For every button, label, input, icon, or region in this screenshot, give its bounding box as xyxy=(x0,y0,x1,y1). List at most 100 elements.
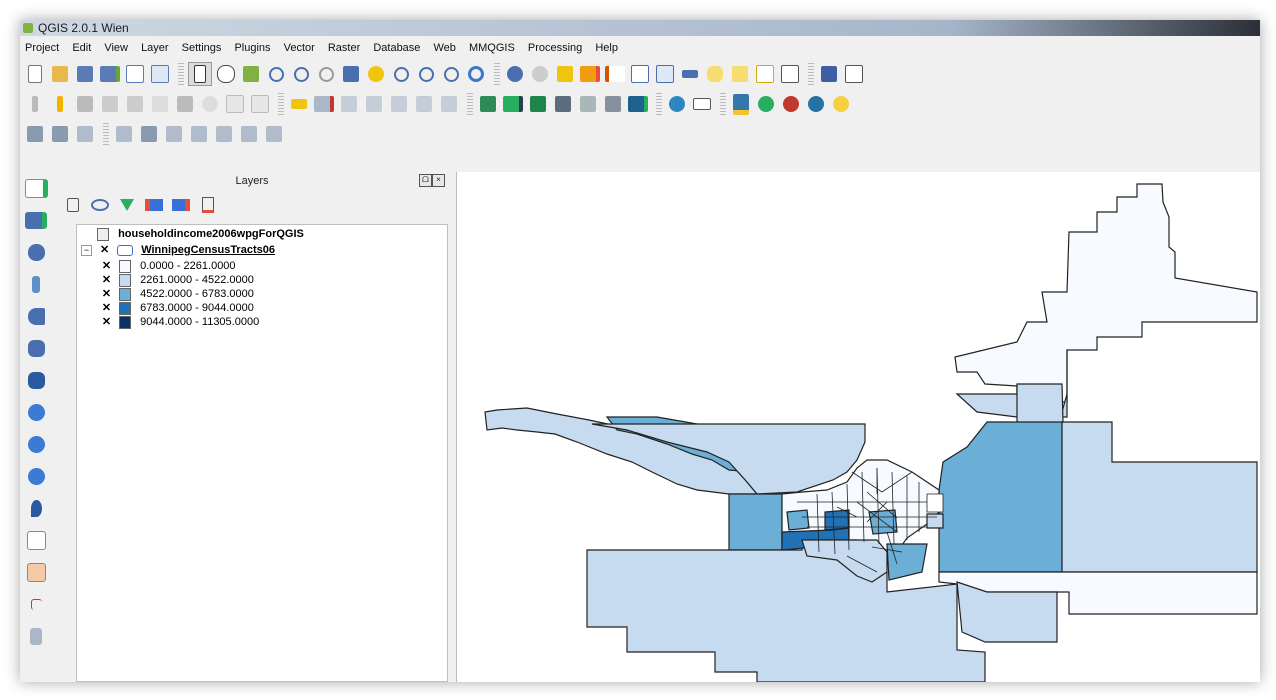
add-virtual-layer-button[interactable] xyxy=(24,368,48,392)
move-label-button[interactable] xyxy=(363,93,385,115)
metasearch-button[interactable] xyxy=(666,93,688,115)
collapse-all-button[interactable] xyxy=(172,196,190,214)
legend-class-2[interactable]: ✕ 4522.0000 - 6783.0000 xyxy=(101,287,254,302)
composer-manager-button[interactable] xyxy=(149,63,171,85)
menu-help[interactable]: Help xyxy=(590,38,623,58)
open-project-button[interactable] xyxy=(49,63,71,85)
zoom-actual-size-button[interactable] xyxy=(315,63,337,85)
statistics-button[interactable] xyxy=(654,63,676,85)
layer-labeling-button[interactable] xyxy=(288,93,310,115)
menu-view[interactable]: View xyxy=(99,38,133,58)
show-hide-labels-button[interactable] xyxy=(438,93,460,115)
copy-features-button[interactable] xyxy=(224,93,246,115)
current-edits-button[interactable] xyxy=(24,93,46,115)
offset-curve-button[interactable] xyxy=(188,123,210,145)
import-layer-button[interactable] xyxy=(552,93,574,115)
class-checkbox[interactable]: ✕ xyxy=(101,302,112,314)
processing-toolbox-button[interactable] xyxy=(755,93,777,115)
add-feature-button[interactable] xyxy=(99,93,121,115)
refresh-button[interactable] xyxy=(465,63,487,85)
measure-button[interactable] xyxy=(679,63,701,85)
menu-edit[interactable]: Edit xyxy=(67,38,96,58)
new-project-button[interactable] xyxy=(24,63,46,85)
zoom-full-button[interactable] xyxy=(340,63,362,85)
map-canvas[interactable] xyxy=(456,172,1260,682)
add-wfs-layer-button[interactable] xyxy=(24,464,48,488)
delete-ring-button[interactable] xyxy=(113,123,135,145)
split-features-button[interactable] xyxy=(213,123,235,145)
csw-button[interactable] xyxy=(691,93,713,115)
add-raster-layer-button[interactable] xyxy=(24,208,48,232)
add-gps-button[interactable] xyxy=(24,560,48,584)
layer-item-census-tracts[interactable]: − ✕ WinnipegCensusTracts06 xyxy=(81,243,275,258)
save-as-button[interactable] xyxy=(99,63,121,85)
save-edits-button[interactable] xyxy=(74,93,96,115)
map-tips-button[interactable] xyxy=(704,63,726,85)
rotate-point-button[interactable] xyxy=(263,123,285,145)
paste-features-button[interactable] xyxy=(249,93,271,115)
add-delimited-text-button[interactable] xyxy=(24,496,48,520)
fill-ring-button[interactable] xyxy=(74,123,96,145)
menu-plugins[interactable]: Plugins xyxy=(229,38,275,58)
zoom-last-button[interactable] xyxy=(415,63,437,85)
add-part-button[interactable] xyxy=(49,123,71,145)
help-contents-button[interactable] xyxy=(818,63,840,85)
deselect-features-button[interactable] xyxy=(579,63,601,85)
save-project-button[interactable] xyxy=(74,63,96,85)
add-group-button[interactable] xyxy=(64,196,82,214)
graphical-modeler-button[interactable] xyxy=(780,93,802,115)
class-checkbox[interactable]: ✕ xyxy=(101,288,112,300)
class-checkbox[interactable]: ✕ xyxy=(101,274,112,286)
coordinate-capture-button[interactable] xyxy=(24,592,48,616)
add-wms-layer-button[interactable] xyxy=(24,400,48,424)
database-manager-button[interactable] xyxy=(627,93,649,115)
plugin-search-button[interactable] xyxy=(830,93,852,115)
text-annotation-button[interactable] xyxy=(779,63,801,85)
new-print-composer-button[interactable] xyxy=(124,63,146,85)
manage-visibility-button[interactable] xyxy=(91,196,109,214)
node-tool-button[interactable] xyxy=(149,93,171,115)
legend-class-0[interactable]: ✕ 0.0000 - 2261.0000 xyxy=(101,259,236,274)
pan-to-selection-button[interactable] xyxy=(240,63,262,85)
add-wcs-layer-button[interactable] xyxy=(24,432,48,456)
close-panel-button[interactable]: × xyxy=(432,174,445,187)
add-postgis-layer-button[interactable] xyxy=(24,240,48,264)
expand-all-button[interactable] xyxy=(145,196,163,214)
layer-item-table[interactable]: householdincome2006wpgForQGIS xyxy=(97,227,304,242)
pin-labels-button[interactable] xyxy=(313,93,335,115)
add-mssql-layer-button[interactable] xyxy=(24,304,48,328)
legend-class-3[interactable]: ✕ 6783.0000 - 9044.0000 xyxy=(101,301,254,316)
zoom-to-selection-button[interactable] xyxy=(365,63,387,85)
show-bookmarks-button[interactable] xyxy=(754,63,776,85)
collapse-toggle[interactable]: − xyxy=(81,244,92,256)
cut-features-button[interactable] xyxy=(199,93,221,115)
raster-tool-button[interactable] xyxy=(527,93,549,115)
geoprocessing-button[interactable] xyxy=(477,93,499,115)
menu-database[interactable]: Database xyxy=(368,38,425,58)
menu-vector[interactable]: Vector xyxy=(279,38,320,58)
legend-class-1[interactable]: ✕ 2261.0000 - 4522.0000 xyxy=(101,273,254,288)
class-checkbox[interactable]: ✕ xyxy=(101,260,112,272)
zoom-out-button[interactable] xyxy=(290,63,312,85)
add-text-layer-button[interactable] xyxy=(24,624,48,648)
menu-raster[interactable]: Raster xyxy=(323,38,365,58)
merge-features-button[interactable] xyxy=(238,123,260,145)
menu-processing[interactable]: Processing xyxy=(523,38,587,58)
georeferencer-button[interactable] xyxy=(602,93,624,115)
zoom-to-layer-button[interactable] xyxy=(390,63,412,85)
whats-this-button[interactable] xyxy=(843,63,865,85)
menu-project[interactable]: Project xyxy=(20,38,64,58)
delete-selected-button[interactable] xyxy=(174,93,196,115)
delete-part-button[interactable] xyxy=(138,123,160,145)
legend-class-4[interactable]: ✕ 9044.0000 - 11305.0000 xyxy=(101,315,259,330)
field-calculator-button[interactable] xyxy=(604,63,626,85)
pan-hand-button[interactable] xyxy=(215,63,237,85)
change-label-button[interactable] xyxy=(413,93,435,115)
identify-features-button[interactable] xyxy=(504,63,526,85)
float-panel-button[interactable]: ᗝ xyxy=(419,174,432,187)
new-shapefile-button[interactable] xyxy=(24,528,48,552)
upload-button[interactable] xyxy=(577,93,599,115)
filter-legend-button[interactable] xyxy=(118,196,136,214)
attribute-table-button[interactable] xyxy=(629,63,651,85)
menu-mmqgis[interactable]: MMQGIS xyxy=(464,38,520,58)
